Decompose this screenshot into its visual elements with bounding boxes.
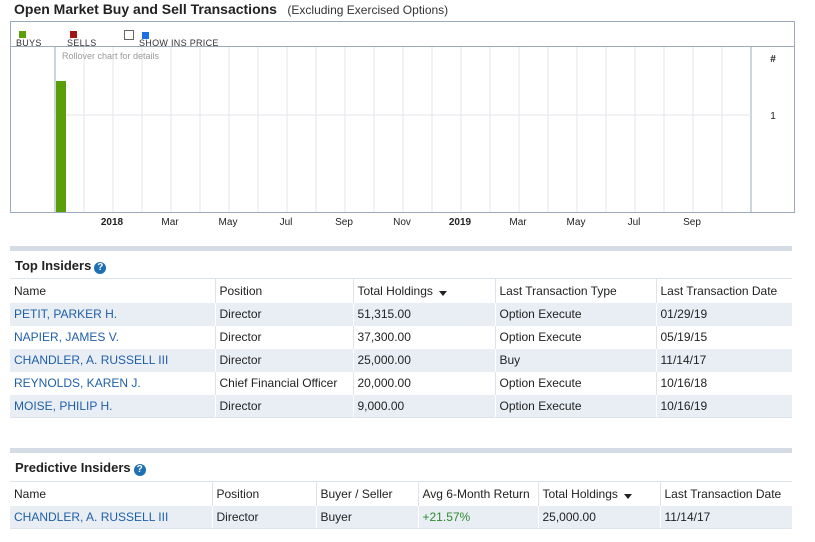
position-cell: Director: [214, 302, 353, 326]
x-tick-label: Sep: [335, 217, 353, 228]
transaction-date-cell: 11/14/17: [655, 348, 792, 372]
chart-title: Open Market Buy and Sell Transactions: [14, 1, 277, 17]
col-last-transaction-type[interactable]: Last Transaction Type: [494, 278, 656, 303]
top-insiders-title: Top Insiders: [15, 258, 92, 273]
insider-name-cell: PETIT, PARKER H.: [10, 302, 215, 326]
insider-name-link[interactable]: NAPIER, JAMES V.: [14, 330, 119, 344]
holdings-cell: 9,000.00: [352, 394, 495, 418]
transaction-date-cell: 11/14/17: [659, 505, 792, 529]
holdings-cell: 25,000.00: [352, 348, 495, 372]
x-axis-labels: 2018 Mar May Jul Sep Nov 2019 Mar May Jul Sep: [101, 217, 701, 228]
transaction-date-cell: 10/16/18: [655, 371, 792, 395]
table-row: CHANDLER, A. RUSSELL III Director 25,000.0…: [10, 348, 792, 372]
col-total-holdings[interactable]: Total Holdings: [352, 278, 495, 303]
col-buyer-seller[interactable]: Buyer / Seller: [315, 481, 418, 506]
holdings-cell: 37,300.00: [352, 325, 495, 349]
y-axis-label: #: [770, 54, 776, 65]
transaction-date-cell: 05/19/15: [655, 325, 792, 349]
holdings-cell: 25,000.00: [537, 505, 660, 529]
insider-name-cell: REYNOLDS, KAREN J.: [10, 371, 215, 395]
x-tick-label: Mar: [161, 217, 179, 228]
col-name[interactable]: Name: [10, 278, 215, 303]
chart-title-row: Open Market Buy and Sell Transactions (E…: [14, 1, 448, 21]
col-total-holdings-label: Total Holdings: [357, 283, 433, 298]
insider-name-cell: NAPIER, JAMES V.: [10, 325, 215, 349]
x-tick-label: May: [567, 217, 586, 228]
chart-subtitle: (Excluding Exercised Options): [287, 3, 449, 17]
sort-desc-icon: [438, 290, 447, 296]
insider-name-cell: CHANDLER, A. RUSSELL III: [10, 348, 215, 372]
x-tick-label: Mar: [509, 217, 527, 228]
x-tick-label: Jul: [628, 217, 641, 228]
col-name[interactable]: Name: [10, 481, 212, 506]
table-row: PETIT, PARKER H. Director 51,315.00 Option …: [10, 302, 792, 326]
top-insiders-header-row: Name Position Total Holdings Last Transa…: [10, 278, 792, 303]
x-tick-label: 2018: [101, 217, 124, 228]
sort-desc-icon: [623, 493, 632, 499]
bar-buys: [56, 80, 66, 212]
transaction-type-cell: Option Execute: [494, 371, 656, 395]
predictive-insiders-divider: [10, 448, 792, 453]
help-icon[interactable]: ?: [133, 464, 146, 476]
col-position[interactable]: Position: [211, 481, 316, 506]
help-icon[interactable]: ?: [94, 262, 107, 274]
buyer-seller-cell: Buyer: [315, 505, 418, 529]
transaction-type-cell: Option Execute: [494, 302, 656, 326]
transaction-type-cell: Option Execute: [494, 394, 656, 418]
position-cell: Director: [214, 348, 353, 372]
insider-name-link[interactable]: PETIT, PARKER H.: [14, 307, 117, 321]
col-total-holdings[interactable]: Total Holdings: [537, 481, 660, 506]
col-last-transaction-date[interactable]: Last Transaction Date: [655, 278, 792, 303]
x-tick-label: May: [219, 217, 238, 228]
insider-name-link[interactable]: MOISE, PHILIP H.: [14, 399, 112, 413]
col-total-holdings-label: Total Holdings: [542, 486, 618, 501]
x-tick-label: Jul: [280, 217, 293, 228]
transaction-date-cell: 10/16/19: [655, 394, 792, 418]
col-avg-return[interactable]: Avg 6-Month Return: [417, 481, 538, 506]
table-row: NAPIER, JAMES V. Director 37,300.00 Option …: [10, 325, 792, 349]
position-cell: Chief Financial Officer: [214, 371, 353, 395]
predictive-insiders-header-row: Name Position Buyer / Seller Avg 6-Month…: [10, 481, 792, 506]
transaction-type-cell: Buy: [494, 348, 656, 372]
holdings-cell: 51,315.00: [352, 302, 495, 326]
x-tick-label: 2019: [449, 217, 472, 228]
insider-name-link[interactable]: REYNOLDS, KAREN J.: [14, 376, 141, 390]
top-insiders-divider: [10, 246, 792, 251]
top-insiders-table: Name Position Total Holdings Last Transa…: [10, 278, 792, 418]
chart-plot[interactable]: 1 Rollover chart for details #: [11, 22, 794, 212]
predictive-insiders-table: Name Position Buyer / Seller Avg 6-Month…: [10, 481, 792, 529]
insider-name-link[interactable]: CHANDLER, A. RUSSELL III: [14, 510, 168, 524]
x-tick-label: Nov: [393, 217, 411, 228]
position-cell: Director: [214, 325, 353, 349]
holdings-cell: 20,000.00: [352, 371, 495, 395]
col-last-transaction-date[interactable]: Last Transaction Date: [659, 481, 792, 506]
transaction-type-cell: Option Execute: [494, 325, 656, 349]
transactions-chart[interactable]: BUYS SELLS SHOW INS PRICE 1 Rollover char…: [10, 21, 795, 213]
position-cell: Director: [211, 505, 316, 529]
table-row: MOISE, PHILIP H. Director 9,000.00 Option E…: [10, 394, 792, 418]
table-row: CHANDLER, A. RUSSELL III Director Buyer +21…: [10, 505, 792, 529]
predictive-insiders-title: Predictive Insiders: [15, 460, 131, 475]
y-tick-label: 1: [770, 111, 776, 122]
insider-name-cell: MOISE, PHILIP H.: [10, 394, 215, 418]
x-tick-label: Sep: [683, 217, 701, 228]
table-row: REYNOLDS, KAREN J. Chief Financial Office…: [10, 371, 792, 395]
chart-hint: Rollover chart for details: [62, 51, 160, 61]
position-cell: Director: [214, 394, 353, 418]
top-insiders-heading: Top Insiders?: [15, 258, 107, 274]
avg-return-cell: +21.57%: [417, 505, 538, 529]
transaction-date-cell: 01/29/19: [655, 302, 792, 326]
col-position[interactable]: Position: [214, 278, 353, 303]
insider-name-link[interactable]: CHANDLER, A. RUSSELL III: [14, 353, 168, 367]
predictive-insiders-heading: Predictive Insiders?: [15, 460, 146, 476]
insider-name-cell: CHANDLER, A. RUSSELL III: [10, 505, 212, 529]
